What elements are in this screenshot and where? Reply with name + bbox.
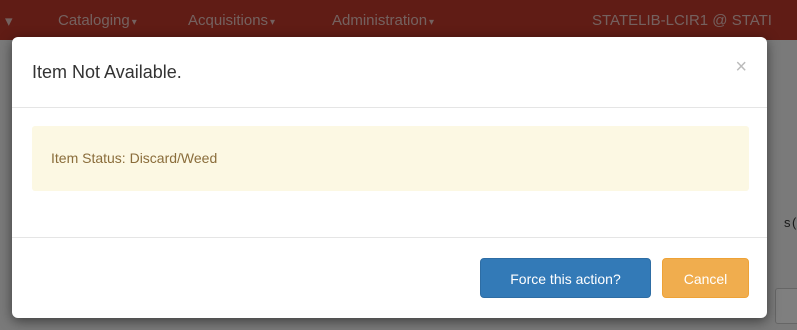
modal-title: Item Not Available.: [32, 62, 182, 82]
cancel-button[interactable]: Cancel: [662, 258, 749, 298]
close-icon[interactable]: ×: [735, 57, 747, 77]
modal-header: Item Not Available. ×: [12, 37, 767, 108]
modal-body: Item Status: Discard/Weed: [12, 108, 767, 238]
alert-text: Item Status: Discard/Weed: [51, 150, 218, 166]
status-alert: Item Status: Discard/Weed: [32, 126, 749, 191]
force-action-button[interactable]: Force this action?: [480, 258, 651, 298]
item-not-available-dialog: Item Not Available. × Item Status: Disca…: [12, 37, 767, 318]
modal-footer: Force this action? Cancel: [12, 238, 767, 318]
